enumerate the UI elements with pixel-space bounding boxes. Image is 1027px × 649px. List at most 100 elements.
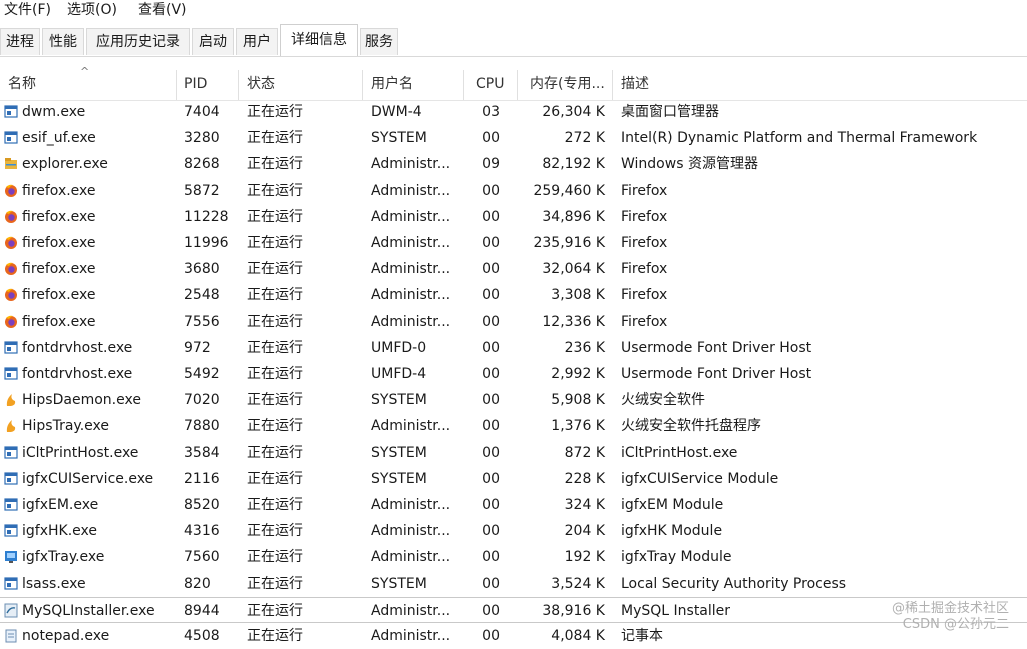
menu-file[interactable]: 文件(F) [4, 0, 51, 20]
process-description: iCltPrintHost.exe [621, 444, 738, 461]
process-memory: 228 K [564, 470, 605, 487]
process-pid: 11228 [184, 208, 229, 225]
process-memory: 26,304 K [542, 104, 605, 120]
process-pid: 2116 [184, 470, 220, 487]
table-row[interactable]: fontdrvhost.exe 972 正在运行 UMFD-0 00 236 K Userm… [0, 335, 1027, 361]
process-name: igfxHK.exe [22, 523, 97, 540]
process-name: firefox.exe [22, 235, 96, 251]
table-row[interactable]: lsass.exe 820 正在运行 SYSTEM 00 3,524 K Local Sec… [0, 571, 1027, 597]
process-pid: 972 [184, 339, 211, 356]
tab-app-history[interactable]: 应用历史记录 [86, 28, 190, 55]
column-divider[interactable] [517, 70, 518, 100]
process-cpu: 00 [482, 549, 500, 566]
column-divider[interactable] [463, 70, 464, 100]
col-name[interactable]: 名称 [8, 66, 36, 100]
table-row[interactable]: explorer.exe 8268 正在运行 Administr... 09 82,192… [0, 151, 1027, 177]
col-status[interactable]: 状态 [247, 66, 275, 100]
process-username: Administr... [371, 156, 451, 173]
process-status: 正在运行 [247, 313, 303, 330]
intel-tray-icon [4, 549, 18, 564]
process-memory: 4,084 K [551, 628, 605, 644]
column-divider[interactable] [238, 70, 239, 100]
process-status: 正在运行 [247, 366, 303, 382]
process-username: Administr... [371, 523, 451, 540]
col-username[interactable]: 用户名 [371, 66, 413, 100]
tab-processes[interactable]: 进程 [0, 28, 40, 55]
column-divider[interactable] [176, 70, 177, 100]
firefox-icon [4, 183, 18, 198]
process-username: SYSTEM [371, 392, 427, 409]
table-row[interactable]: notepad.exe 4508 正在运行 Administr... 00 4,084 K… [0, 623, 1027, 649]
table-row[interactable]: esif_uf.exe 3280 正在运行 SYSTEM 00 272 K Intel(R)… [0, 125, 1027, 151]
process-status: 正在运行 [247, 104, 303, 120]
firefox-icon [4, 287, 18, 302]
sort-ascending-icon: ^ [80, 65, 90, 78]
tab-services[interactable]: 服务 [360, 28, 398, 55]
table-row[interactable]: firefox.exe 5872 正在运行 Administr... 00 259,460… [0, 178, 1027, 204]
process-pid: 7556 [184, 313, 220, 330]
process-username: Administr... [371, 497, 451, 513]
process-pid: 4316 [184, 523, 220, 540]
process-status: 正在运行 [247, 182, 303, 199]
process-name: MySQLInstaller.exe [22, 602, 155, 619]
process-cpu: 00 [482, 418, 500, 435]
column-header: ^ 名称 PID 状态 用户名 CPU 内存(专用... 描述 [0, 66, 1027, 101]
process-description: Firefox [621, 208, 668, 225]
col-cpu[interactable]: CPU [476, 66, 504, 100]
process-description: Windows 资源管理器 [621, 156, 758, 173]
process-memory: 259,460 K [533, 182, 605, 199]
table-row[interactable]: igfxTray.exe 7560 正在运行 Administr... 00 192 K i… [0, 544, 1027, 570]
process-status: 正在运行 [247, 339, 303, 356]
table-row[interactable]: firefox.exe 3680 正在运行 Administr... 00 32,064 … [0, 256, 1027, 282]
process-description: 桌面窗口管理器 [621, 104, 719, 120]
tab-startup[interactable]: 启动 [192, 28, 234, 55]
column-divider[interactable] [612, 70, 613, 100]
process-name: firefox.exe [22, 287, 96, 304]
table-row[interactable]: MySQLInstaller.exe 8944 正在运行 Administr... 00… [0, 596, 1027, 623]
table-row[interactable]: igfxEM.exe 8520 正在运行 Administr... 00 324 K igf… [0, 492, 1027, 518]
table-row[interactable]: HipsTray.exe 7880 正在运行 Administr... 00 1,376 … [0, 413, 1027, 439]
table-row[interactable]: igfxCUIService.exe 2116 正在运行 SYSTEM 00 228 K i… [0, 466, 1027, 492]
menu-bar: 文件(F) 选项(O) 查看(V) [0, 0, 1027, 20]
process-name: HipsDaemon.exe [22, 392, 141, 409]
process-name: HipsTray.exe [22, 418, 110, 435]
process-username: Administr... [371, 628, 451, 644]
process-pid: 820 [184, 575, 211, 592]
table-row[interactable]: igfxHK.exe 4316 正在运行 Administr... 00 204 K igf… [0, 518, 1027, 544]
window-icon [4, 471, 18, 486]
table-row[interactable]: firefox.exe 11996 正在运行 Administr... 00 235,91… [0, 230, 1027, 256]
process-cpu: 00 [482, 470, 500, 487]
process-name: firefox.exe [22, 182, 96, 199]
tab-bar: 进程 性能 应用历史记录 启动 用户 详细信息 服务 [0, 20, 1027, 57]
process-memory: 235,916 K [533, 235, 605, 251]
table-row[interactable]: HipsDaemon.exe 7020 正在运行 SYSTEM 00 5,908 K 火绒安… [0, 387, 1027, 413]
col-pid[interactable]: PID [184, 66, 207, 100]
watermark-line: CSDN @公孙元二 [902, 617, 1009, 632]
process-cpu: 00 [482, 261, 500, 278]
process-description: igfxTray Module [621, 549, 732, 566]
table-row[interactable]: dwm.exe 7404 正在运行 DWM-4 03 26,304 K 桌面窗口管理器 [0, 99, 1027, 125]
menu-view[interactable]: 查看(V) [138, 0, 187, 20]
process-cpu: 00 [482, 366, 500, 382]
process-status: 正在运行 [247, 392, 303, 409]
tab-details[interactable]: 详细信息 [280, 24, 358, 56]
col-memory[interactable]: 内存(专用... [530, 66, 605, 100]
process-description: Firefox [621, 287, 668, 304]
window-icon [4, 366, 18, 381]
table-row[interactable]: fontdrvhost.exe 5492 正在运行 UMFD-4 00 2,992 K Us… [0, 361, 1027, 387]
table-row[interactable]: firefox.exe 2548 正在运行 Administr... 00 3,308 K… [0, 282, 1027, 308]
process-memory: 236 K [564, 339, 605, 356]
process-status: 正在运行 [247, 418, 303, 435]
process-description: Intel(R) Dynamic Platform and Thermal Fr… [621, 130, 978, 147]
process-pid: 5492 [184, 366, 220, 382]
firefox-icon [4, 209, 18, 224]
tab-performance[interactable]: 性能 [42, 28, 84, 55]
menu-options[interactable]: 选项(O) [67, 0, 117, 20]
column-divider[interactable] [362, 70, 363, 100]
process-description: igfxEM Module [621, 497, 724, 513]
tab-users[interactable]: 用户 [236, 28, 278, 55]
table-row[interactable]: firefox.exe 11228 正在运行 Administr... 00 34,896… [0, 204, 1027, 230]
table-row[interactable]: firefox.exe 7556 正在运行 Administr... 00 12,336 … [0, 309, 1027, 335]
col-description[interactable]: 描述 [621, 66, 649, 100]
table-row[interactable]: iCltPrintHost.exe 3584 正在运行 SYSTEM 00 872 K iC… [0, 440, 1027, 466]
